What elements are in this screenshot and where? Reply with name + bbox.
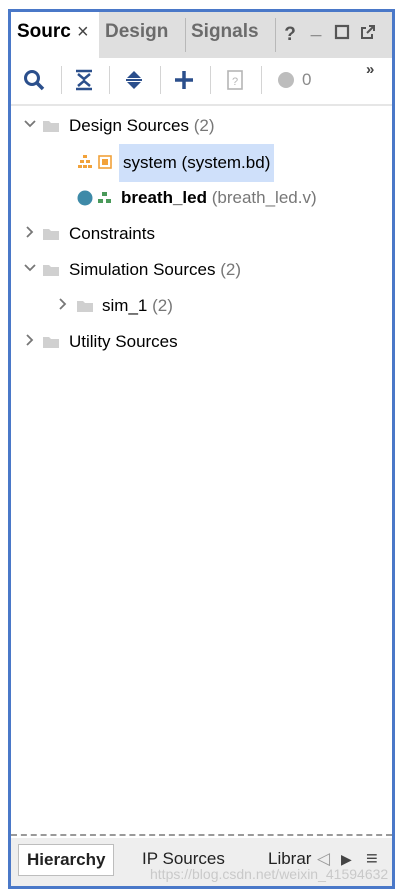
float-icon[interactable] bbox=[357, 22, 379, 44]
sources-panel: Sourc × Design Signals ? _ ? 0 » Design … bbox=[8, 9, 395, 889]
chevron-down-icon[interactable] bbox=[23, 117, 37, 131]
toolbar-divider bbox=[160, 66, 161, 94]
tree-row-simulation-sources[interactable]: Simulation Sources (2) bbox=[11, 252, 392, 288]
breath-led-file: (breath_led.v) bbox=[211, 188, 317, 207]
toolbar-divider bbox=[210, 66, 211, 94]
tree-item-label: breath_led (breath_led.v) bbox=[121, 188, 317, 208]
design-sources-label: Design Sources bbox=[69, 116, 190, 135]
tab-hierarchy[interactable]: Hierarchy bbox=[18, 844, 115, 876]
tab-signals[interactable]: Signals bbox=[187, 12, 275, 58]
tab-sources[interactable]: Sourc × bbox=[11, 12, 99, 58]
folder-icon bbox=[43, 229, 59, 240]
tree-row-system-bd[interactable]: system (system.bd) bbox=[11, 144, 392, 182]
sources-toolbar: ? 0 » bbox=[11, 58, 392, 106]
module-icon bbox=[98, 192, 111, 203]
tab-design-label: Design bbox=[105, 21, 169, 42]
folder-icon bbox=[77, 301, 93, 312]
search-icon[interactable] bbox=[20, 66, 48, 94]
tab-sources-label: Sourc bbox=[17, 21, 71, 42]
sim-1-label: sim_1 bbox=[102, 296, 148, 315]
add-icon[interactable] bbox=[170, 66, 198, 94]
maximize-icon[interactable] bbox=[331, 22, 353, 44]
folder-icon bbox=[43, 265, 59, 276]
tree-item-label: system (system.bd) bbox=[119, 144, 275, 182]
chevron-right-icon[interactable] bbox=[56, 297, 70, 311]
folder-icon bbox=[43, 121, 59, 132]
tree-item-label: Simulation Sources (2) bbox=[69, 260, 241, 280]
hierarchy-icon bbox=[78, 155, 92, 168]
collapse-all-icon[interactable] bbox=[70, 66, 98, 94]
sim-1-count: (2) bbox=[152, 296, 173, 315]
block-design-icon bbox=[98, 155, 112, 169]
simulation-sources-count: (2) bbox=[220, 260, 241, 279]
tab-divider bbox=[185, 18, 186, 52]
properties-icon[interactable]: ? bbox=[221, 66, 249, 94]
tab-close-icon[interactable]: × bbox=[77, 12, 89, 52]
minimize-icon[interactable]: _ bbox=[305, 16, 327, 39]
tree-row-constraints[interactable]: Constraints bbox=[11, 216, 392, 252]
toolbar-divider bbox=[109, 66, 110, 94]
top-module-icon bbox=[77, 190, 93, 206]
breath-led-name: breath_led bbox=[121, 188, 207, 207]
toolbar-divider bbox=[61, 66, 62, 94]
chevron-right-icon[interactable] bbox=[23, 225, 37, 239]
status-dot-icon bbox=[272, 66, 300, 94]
design-sources-count: (2) bbox=[193, 116, 215, 135]
bottom-divider bbox=[11, 834, 392, 836]
tree-item-label: Constraints bbox=[69, 224, 155, 243]
tree-item-label: sim_1 (2) bbox=[102, 296, 173, 316]
expand-all-icon[interactable] bbox=[120, 66, 148, 94]
tree-item-label: Utility Sources bbox=[69, 332, 178, 351]
tree-row-breath-led[interactable]: breath_led (breath_led.v) bbox=[11, 180, 392, 216]
tree-row-design-sources[interactable]: Design Sources (2) bbox=[11, 108, 392, 144]
simulation-sources-label: Simulation Sources bbox=[69, 260, 216, 279]
watermark: https://blog.csdn.net/weixin_41594632 bbox=[150, 866, 389, 882]
tree-item-label: Design Sources (2) bbox=[69, 116, 215, 136]
tree-row-sim-1[interactable]: sim_1 (2) bbox=[11, 288, 392, 324]
tab-design[interactable]: Design bbox=[103, 12, 185, 58]
tab-signals-label: Signals bbox=[191, 21, 259, 42]
chevron-right-icon[interactable] bbox=[23, 333, 37, 347]
panel-tab-bar: Sourc × Design Signals ? _ bbox=[11, 12, 392, 58]
tab-divider bbox=[275, 18, 276, 52]
svg-text:?: ? bbox=[232, 76, 238, 88]
folder-icon bbox=[43, 337, 59, 348]
status-count: 0 bbox=[302, 70, 312, 89]
tree-row-utility-sources[interactable]: Utility Sources bbox=[11, 324, 392, 360]
toolbar-divider bbox=[261, 66, 262, 94]
chevron-down-icon[interactable] bbox=[23, 261, 37, 275]
help-icon[interactable]: ? bbox=[279, 22, 301, 45]
overflow-icon[interactable]: » bbox=[366, 61, 374, 78]
